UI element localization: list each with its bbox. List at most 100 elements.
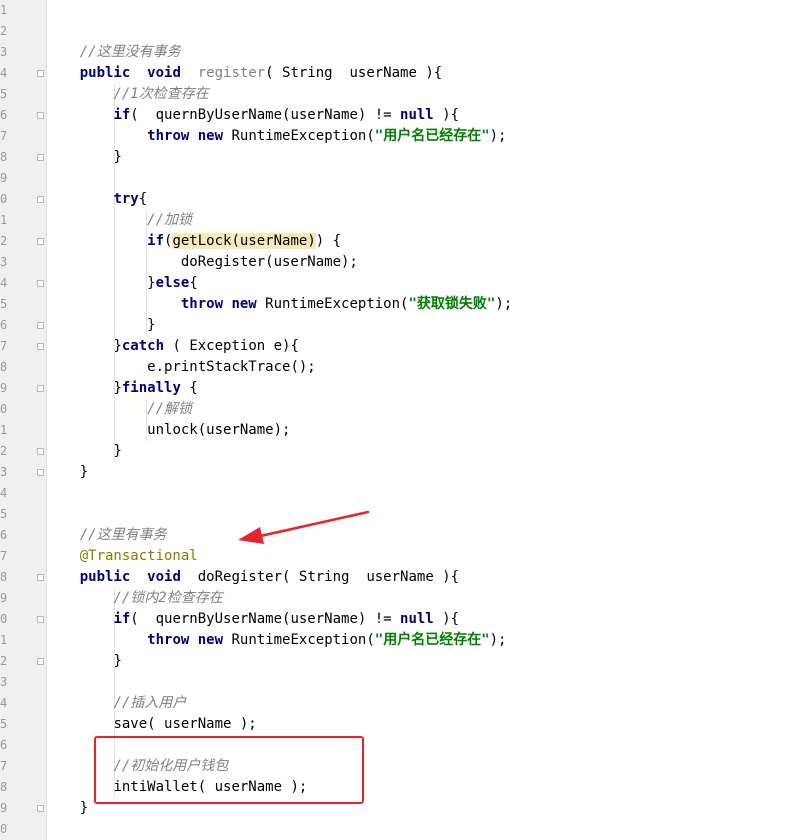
line-number: 6 [0, 738, 8, 752]
punctuation: ); [489, 632, 507, 648]
fold-marker-icon[interactable] [37, 154, 44, 161]
code-line[interactable]: throw new RuntimeException("获取锁失败"); [46, 294, 792, 315]
line-number: 9 [0, 801, 8, 815]
line-number: 9 [0, 591, 8, 605]
code-line[interactable]: //解锁 [46, 399, 792, 420]
line-number: 3 [0, 255, 8, 269]
line-number: 2 [0, 444, 8, 458]
punctuation: ) { [315, 233, 342, 249]
line-number: 6 [0, 528, 8, 542]
line-number: 9 [0, 381, 8, 395]
brace: } [113, 149, 122, 165]
line-number-gutter: 1 2 3 4 5 6 7 8 9 0 1 2 3 4 5 6 7 8 9 0 1 2 3 4 5 6 7 8 9 0 1 2 3 4 5 6 7 8 9 0 [0, 0, 47, 840]
keyword: throw [147, 128, 190, 144]
fold-marker-icon[interactable] [37, 322, 44, 329]
string-literal: "用户名已经存在" [374, 632, 490, 648]
fold-marker-icon[interactable] [37, 343, 44, 350]
code-line[interactable]: } [46, 462, 792, 483]
keyword: catch [121, 338, 165, 354]
code-line[interactable]: if( quernByUserName(userName) != null ){ [46, 105, 792, 126]
code-line[interactable]: //锁内2检查存在 [46, 588, 792, 609]
code-line[interactable]: save( userName ); [46, 714, 792, 735]
code-line[interactable]: public void register( String userName ){ [46, 63, 792, 84]
fold-marker-icon[interactable] [37, 616, 44, 623]
line-number: 3 [0, 45, 8, 59]
line-number: 0 [0, 402, 8, 416]
punctuation: ){ [433, 107, 460, 123]
condition: ( quernByUserName(userName) != [130, 611, 401, 627]
class-name: RuntimeException( [223, 632, 375, 648]
line-number: 8 [0, 570, 8, 584]
code-line[interactable]: }else{ [46, 273, 792, 294]
line-number: 0 [0, 822, 8, 836]
keyword: if [147, 233, 165, 249]
line-number: 0 [0, 192, 8, 206]
code-line[interactable]: //插入用户 [46, 693, 792, 714]
comment: //加锁 [147, 212, 193, 228]
keyword: finally [121, 380, 181, 396]
statement: e.printStackTrace(); [147, 359, 316, 375]
code-line[interactable]: //这里有事务 [46, 525, 792, 546]
annotation: @Transactional [79, 548, 198, 564]
fold-marker-icon[interactable] [37, 112, 44, 119]
brace: } [113, 338, 122, 354]
line-number: 0 [0, 612, 8, 626]
code-line[interactable]: try{ [46, 189, 792, 210]
comment: //锁内2检查存在 [113, 590, 223, 606]
code-line[interactable]: throw new RuntimeException("用户名已经存在"); [46, 126, 792, 147]
code-line[interactable]: //1次检查存在 [46, 84, 792, 105]
fold-marker-icon[interactable] [37, 448, 44, 455]
fold-marker-icon[interactable] [37, 658, 44, 665]
line-number: 1 [0, 3, 8, 17]
line-number: 1 [0, 213, 8, 227]
line-number: 6 [0, 108, 8, 122]
punctuation: ){ [433, 611, 460, 627]
fold-marker-icon[interactable] [37, 469, 44, 476]
code-line[interactable]: unlock(userName); [46, 420, 792, 441]
code-line[interactable]: } [46, 147, 792, 168]
brace: } [113, 653, 122, 669]
line-number: 5 [0, 87, 8, 101]
code-line[interactable]: public void doRegister( String userName … [46, 567, 792, 588]
keyword: try [113, 191, 139, 207]
line-number: 3 [0, 465, 8, 479]
code-line[interactable]: if(getLock(userName)) { [46, 231, 792, 252]
code-line[interactable]: throw new RuntimeException("用户名已经存在"); [46, 630, 792, 651]
fold-marker-icon[interactable] [37, 196, 44, 203]
code-editor[interactable]: //这里没有事务 public void register( String us… [46, 0, 792, 840]
code-line[interactable]: } [46, 315, 792, 336]
line-number: 7 [0, 129, 8, 143]
fold-marker-icon[interactable] [37, 385, 44, 392]
keyword: throw [180, 296, 224, 312]
code-line[interactable]: @Transactional [46, 546, 792, 567]
red-highlight-box [94, 736, 364, 804]
code-line[interactable]: //这里没有事务 [46, 42, 792, 63]
line-number: 6 [0, 318, 8, 332]
comment: //插入用户 [113, 695, 187, 711]
code-line[interactable]: } [46, 651, 792, 672]
code-line[interactable]: //加锁 [46, 210, 792, 231]
code-line[interactable]: }finally { [46, 378, 792, 399]
code-line[interactable]: if( quernByUserName(userName) != null ){ [46, 609, 792, 630]
fold-marker-icon[interactable] [37, 238, 44, 245]
fold-marker-icon[interactable] [37, 805, 44, 812]
line-number: 5 [0, 507, 8, 521]
red-arrow-icon [238, 510, 370, 544]
punctuation: ( [282, 569, 299, 585]
line-number: 4 [0, 696, 8, 710]
code-line[interactable]: doRegister(userName); [46, 252, 792, 273]
keyword: throw [147, 632, 190, 648]
brace: { [138, 191, 148, 207]
code-line[interactable]: }catch ( Exception e){ [46, 336, 792, 357]
code-line[interactable]: } [46, 441, 792, 462]
string-literal: "获取锁失败" [408, 296, 496, 312]
comment: //1次检查存在 [113, 86, 209, 102]
line-number: 1 [0, 633, 8, 647]
fold-marker-icon[interactable] [37, 574, 44, 581]
code-line[interactable]: e.printStackTrace(); [46, 357, 792, 378]
punctuation: ( [265, 65, 283, 81]
line-number: 7 [0, 549, 8, 563]
fold-marker-icon[interactable] [37, 70, 44, 77]
statement: save( userName ); [113, 716, 257, 732]
fold-marker-icon[interactable] [37, 280, 44, 287]
